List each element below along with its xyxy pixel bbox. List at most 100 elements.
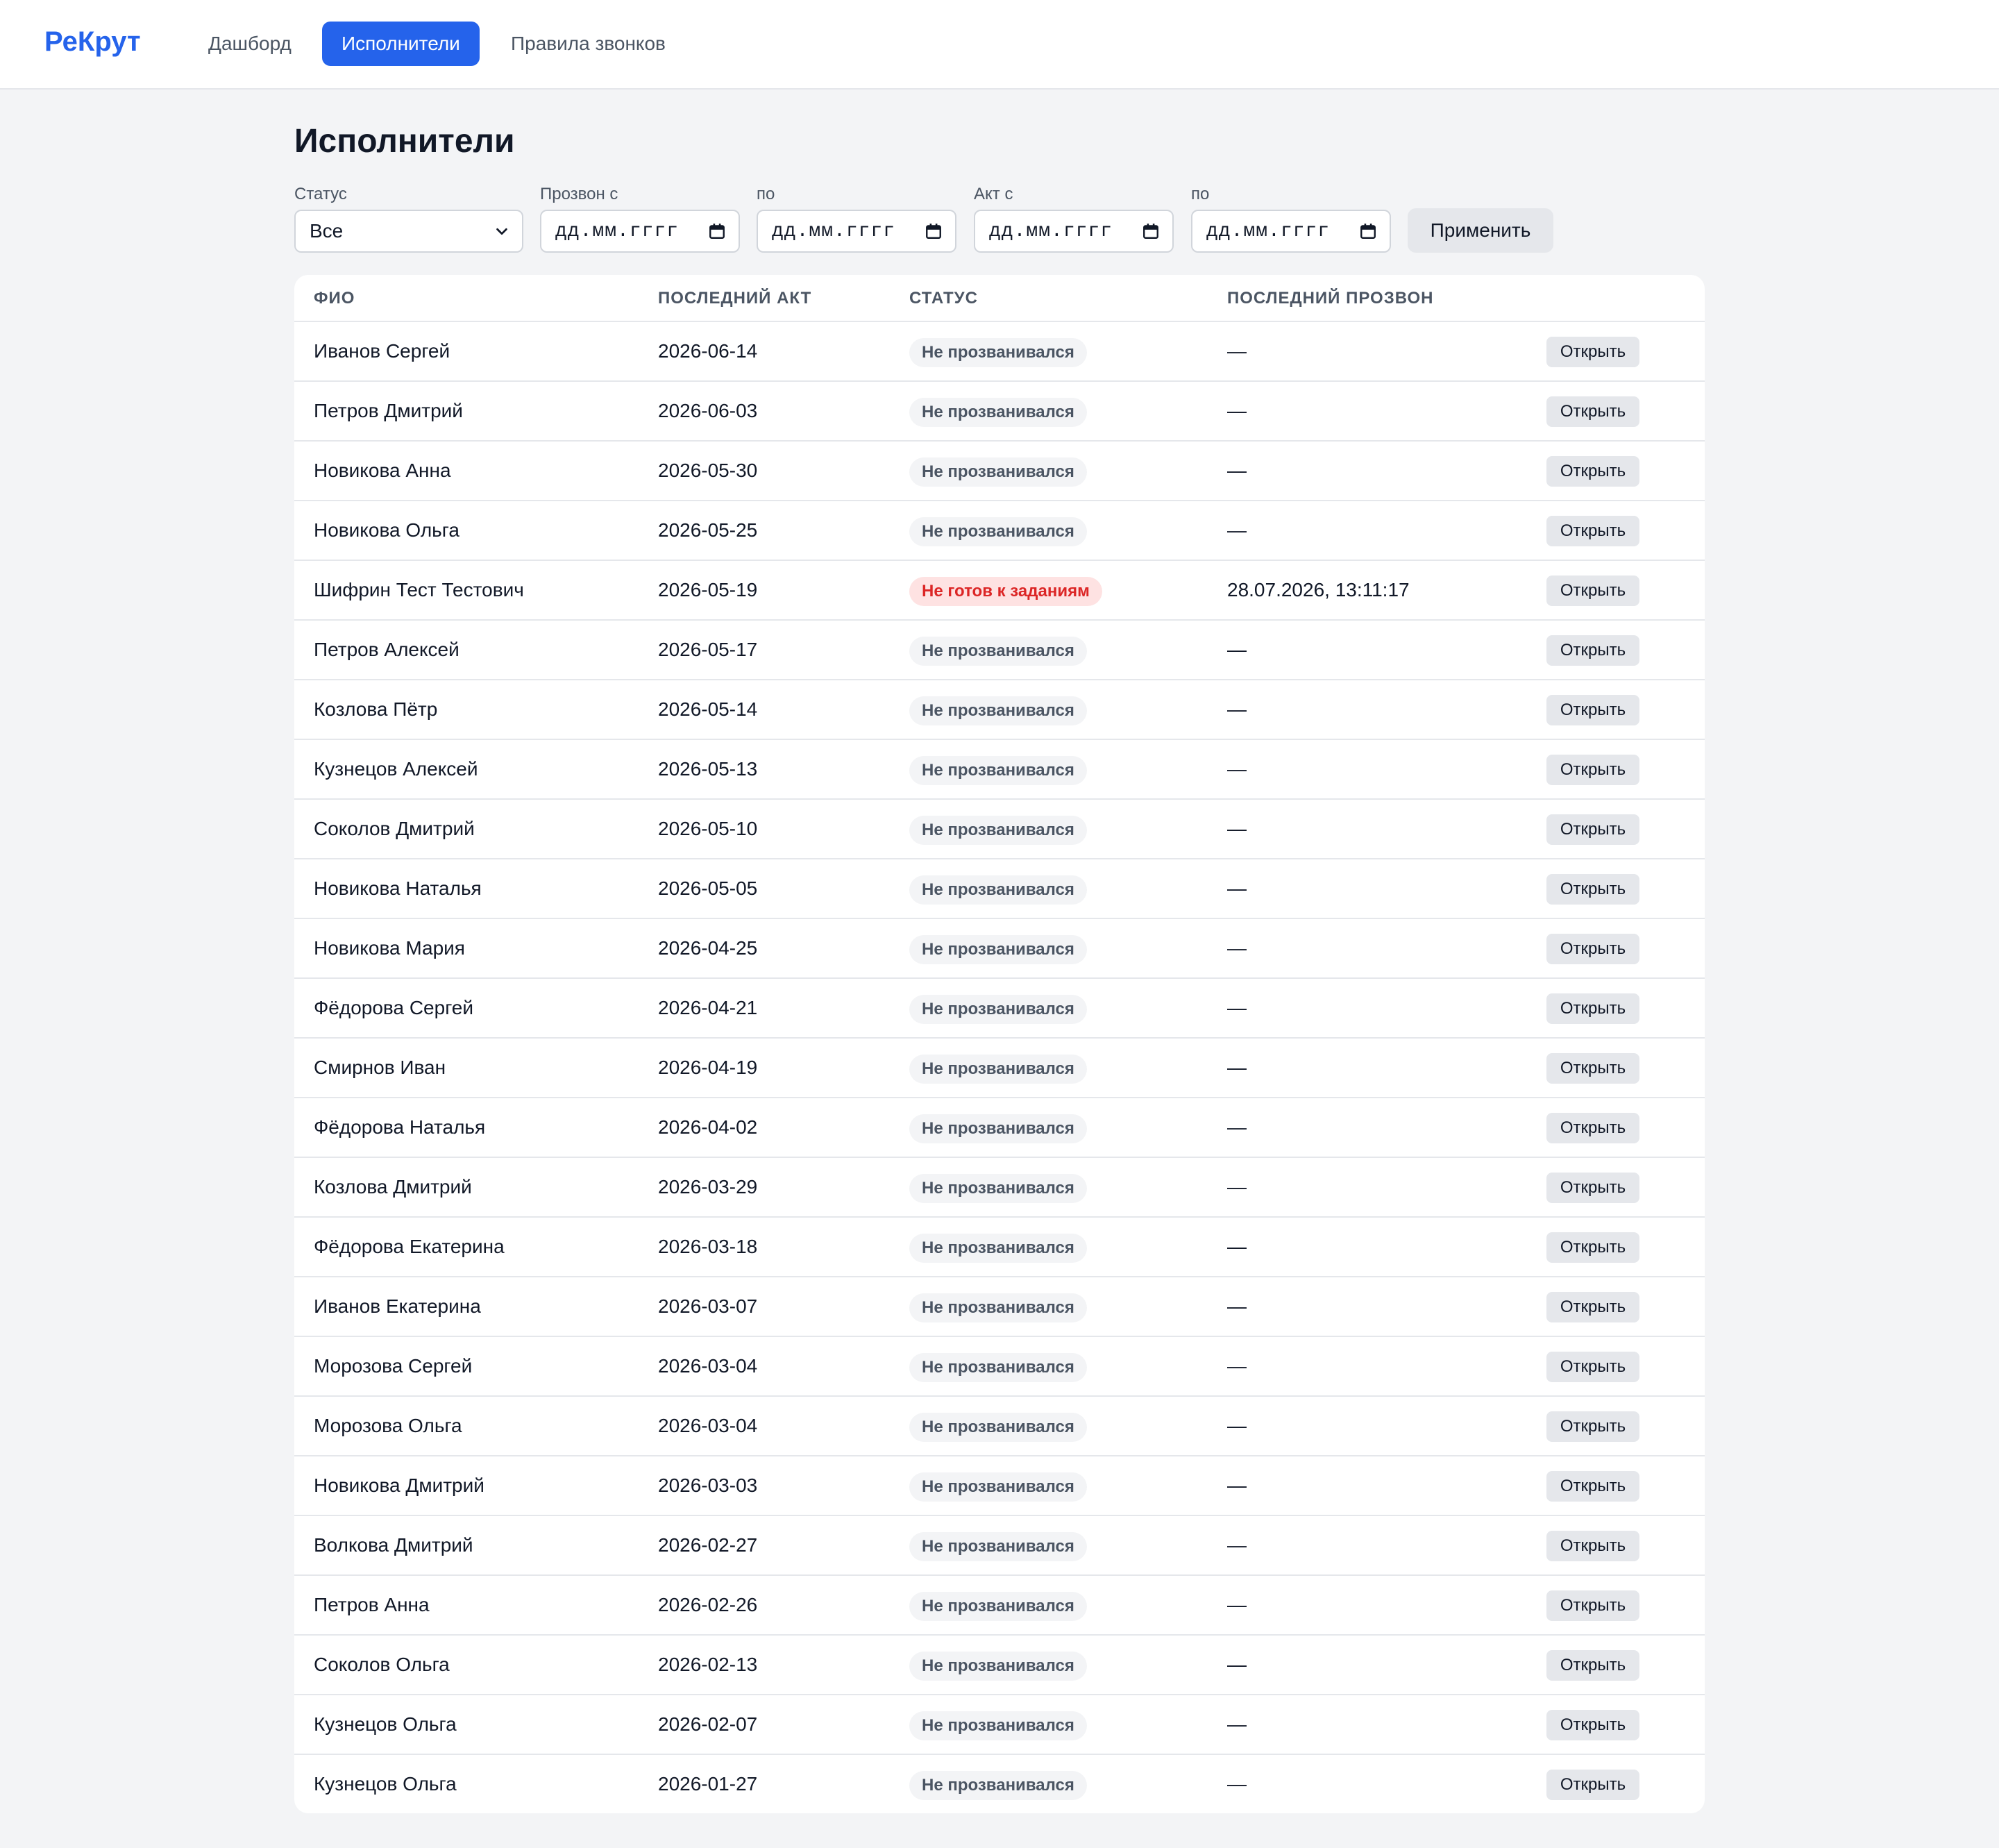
open-button[interactable]: Открыть xyxy=(1546,1531,1639,1561)
call-to-date-placeholder: дд.мм.гггг xyxy=(772,220,896,242)
open-button[interactable]: Открыть xyxy=(1546,516,1639,546)
nav-executors[interactable]: Исполнители xyxy=(322,22,480,66)
last-call-value: — xyxy=(1227,1773,1247,1795)
status-cell: Не прозванивался xyxy=(909,1218,1087,1276)
last-call-value: — xyxy=(1227,400,1247,421)
executor-name: Шифрин Тест Тестович xyxy=(314,579,524,600)
last-act-date: 2026-05-13 xyxy=(658,758,758,780)
last-act-date: 2026-03-04 xyxy=(658,1415,758,1436)
status-badge: Не прозванивался xyxy=(909,516,1087,546)
status-cell: Не прозванивался xyxy=(909,501,1087,560)
status-cell: Не готов к заданиям xyxy=(909,561,1102,619)
table-row: Козлова Пётр 2026-05-14 Не прозванивался — О… xyxy=(294,680,1705,740)
last-call-value: — xyxy=(1227,519,1247,541)
open-button[interactable]: Открыть xyxy=(1546,635,1639,666)
nav-dashboard[interactable]: Дашборд xyxy=(189,22,311,66)
open-button[interactable]: Открыть xyxy=(1546,755,1639,785)
last-call-value: — xyxy=(1227,1415,1247,1436)
last-call-value: — xyxy=(1227,1475,1247,1496)
status-badge: Не прозванивался xyxy=(909,1591,1087,1621)
open-button[interactable]: Открыть xyxy=(1546,814,1639,845)
open-button[interactable]: Открыть xyxy=(1546,1352,1639,1382)
last-act-date: 2026-05-05 xyxy=(658,877,758,899)
status-cell: Не прозванивался xyxy=(909,1277,1087,1336)
calendar-icon[interactable] xyxy=(925,222,943,240)
table-row: Кузнецов Ольга 2026-01-27 Не прозванивался… xyxy=(294,1755,1705,1813)
open-button[interactable]: Открыть xyxy=(1546,1113,1639,1143)
open-button[interactable]: Открыть xyxy=(1546,1471,1639,1502)
open-button[interactable]: Открыть xyxy=(1546,456,1639,487)
table-row: Новикова Наталья 2026-05-05 Не прозванивал… xyxy=(294,859,1705,919)
top-navbar: РеКрут Дашборд Исполнители Правила звонк… xyxy=(0,0,1999,90)
table-row: Фёдорова Наталья 2026-04-02 Не прозванивал… xyxy=(294,1098,1705,1158)
open-button[interactable]: Открыть xyxy=(1546,934,1639,964)
status-badge: Не прозванивался xyxy=(909,397,1087,427)
status-badge: Не прозванивался xyxy=(909,1054,1087,1084)
status-badge: Не прозванивался xyxy=(909,1233,1087,1263)
table-row: Петров Алексей 2026-05-17 Не прозванивался… xyxy=(294,621,1705,680)
table-row: Кузнецов Алексей 2026-05-13 Не прозванивал… xyxy=(294,740,1705,800)
table-row: Новикова Мария 2026-04-25 Не прозванивался… xyxy=(294,919,1705,979)
executor-name: Новикова Дмитрий xyxy=(314,1475,484,1496)
open-button[interactable]: Открыть xyxy=(1546,1173,1639,1203)
act-from-date-placeholder: дд.мм.гггг xyxy=(989,220,1113,242)
last-act-date: 2026-03-03 xyxy=(658,1475,758,1496)
executor-name: Новикова Наталья xyxy=(314,877,482,899)
last-act-date: 2026-02-27 xyxy=(658,1534,758,1556)
executors-table: ФИО ПОСЛЕДНИЙ АКТ СТАТУС ПОСЛЕДНИЙ ПРОЗВ… xyxy=(294,275,1705,1813)
open-button[interactable]: Открыть xyxy=(1546,576,1639,606)
last-act-date: 2026-05-25 xyxy=(658,519,758,541)
brand-logo[interactable]: РеКрут xyxy=(44,26,141,58)
open-button[interactable]: Открыть xyxy=(1546,695,1639,725)
status-badge: Не прозванивался xyxy=(909,1531,1087,1561)
status-cell: Не прозванивался xyxy=(909,1576,1087,1634)
open-button[interactable]: Открыть xyxy=(1546,993,1639,1024)
table-row: Иванов Сергей 2026-06-14 Не прозванивался —… xyxy=(294,322,1705,382)
apply-filters-button[interactable]: Применить xyxy=(1408,208,1553,253)
table-row: Морозова Ольга 2026-03-04 Не прозванивался… xyxy=(294,1397,1705,1456)
open-button[interactable]: Открыть xyxy=(1546,1650,1639,1681)
call-to-date-input[interactable]: дд.мм.гггг xyxy=(757,210,956,253)
open-button[interactable]: Открыть xyxy=(1546,1232,1639,1263)
nav-call-rules[interactable]: Правила звонков xyxy=(491,22,685,66)
open-button[interactable]: Открыть xyxy=(1546,1053,1639,1084)
call-from-date-input[interactable]: дд.мм.гггг xyxy=(540,210,740,253)
table-row: Фёдорова Сергей 2026-04-21 Не прозванивалс… xyxy=(294,979,1705,1039)
open-button[interactable]: Открыть xyxy=(1546,1292,1639,1322)
calendar-icon[interactable] xyxy=(708,222,726,240)
open-button[interactable]: Открыть xyxy=(1546,1411,1639,1442)
act-to-label: по xyxy=(1191,185,1210,203)
last-act-date: 2026-06-14 xyxy=(658,340,758,362)
status-badge: Не прозванивался xyxy=(909,1352,1087,1382)
act-from-date-input[interactable]: дд.мм.гггг xyxy=(974,210,1174,253)
act-to-date-input[interactable]: дд.мм.гггг xyxy=(1191,210,1391,253)
executor-name: Иванов Екатерина xyxy=(314,1295,481,1317)
last-call-value: — xyxy=(1227,340,1247,362)
open-button[interactable]: Открыть xyxy=(1546,1770,1639,1800)
calendar-icon[interactable] xyxy=(1142,222,1160,240)
last-call-value: 28.07.2026, 13:11:17 xyxy=(1227,579,1410,600)
status-cell: Не прозванивался xyxy=(909,1755,1087,1813)
last-call-value: — xyxy=(1227,937,1247,959)
executor-name: Новикова Мария xyxy=(314,937,465,959)
last-act-date: 2026-03-04 xyxy=(658,1355,758,1377)
executor-name: Новикова Ольга xyxy=(314,519,459,541)
last-act-date: 2026-01-27 xyxy=(658,1773,758,1795)
executor-name: Морозова Ольга xyxy=(314,1415,462,1436)
open-button[interactable]: Открыть xyxy=(1546,874,1639,905)
last-act-date: 2026-02-26 xyxy=(658,1594,758,1615)
open-button[interactable]: Открыть xyxy=(1546,1590,1639,1621)
open-button[interactable]: Открыть xyxy=(1546,396,1639,427)
status-select-value: Все xyxy=(310,220,344,242)
calendar-icon[interactable] xyxy=(1359,222,1377,240)
open-button[interactable]: Открыть xyxy=(1546,1710,1639,1740)
table-header: ФИО ПОСЛЕДНИЙ АКТ СТАТУС ПОСЛЕДНИЙ ПРОЗВ… xyxy=(294,275,1705,322)
table-row: Козлова Дмитрий 2026-03-29 Не прозванивалс… xyxy=(294,1158,1705,1218)
status-select[interactable]: Все xyxy=(294,210,523,253)
last-call-value: — xyxy=(1227,1236,1247,1257)
call-from-date-placeholder: дд.мм.гггг xyxy=(555,220,680,242)
status-cell: Не прозванивался xyxy=(909,1039,1087,1097)
open-button[interactable]: Открыть xyxy=(1546,337,1639,367)
header-name: ФИО xyxy=(314,289,355,308)
last-call-value: — xyxy=(1227,1654,1247,1675)
